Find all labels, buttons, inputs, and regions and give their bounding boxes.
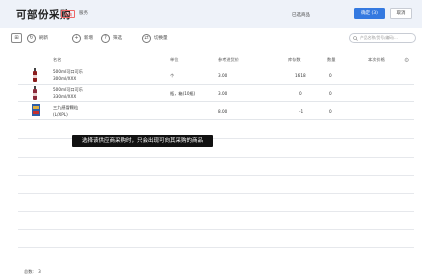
- selected-count-link[interactable]: 已选商品: [292, 12, 310, 18]
- search-icon: [353, 35, 358, 41]
- total-label: 总数:: [24, 269, 34, 274]
- table-row[interactable]: 500ml可口可乐 330ml/XXX 瓶，箱(10瓶) 3.00 0 0: [18, 85, 414, 102]
- sync-icon: ⇄: [142, 33, 151, 43]
- refresh-button[interactable]: ↻ 刷新: [27, 33, 48, 43]
- product-spec: 330ml/XXX: [53, 94, 77, 99]
- col-stock: 库存数: [288, 57, 301, 62]
- stock-value: 1618: [295, 73, 306, 78]
- filter-icon: ?: [101, 33, 110, 43]
- search-placeholder: 产品名称/货号/编码/...: [360, 35, 398, 40]
- col-unit: 单位: [170, 57, 179, 62]
- product-thumbnail: [32, 104, 40, 116]
- price-value: 8.00: [218, 109, 228, 114]
- filter-button[interactable]: ? 筛选: [101, 33, 122, 43]
- price-value: 3.00: [218, 91, 228, 96]
- price-value: 3.00: [218, 73, 228, 78]
- row-divider: [18, 229, 414, 230]
- product-spec: (L/XPL): [53, 112, 68, 117]
- col-price: 参考进货价: [218, 57, 239, 62]
- grid-icon: ⊞: [14, 35, 19, 41]
- store-label: 服务: [79, 11, 88, 16]
- row-divider: [18, 175, 414, 176]
- refresh-label: 刷新: [39, 36, 48, 41]
- expand-toggle-button[interactable]: ⊞: [11, 33, 22, 43]
- col-qty: 数量: [327, 57, 336, 62]
- add-label: 新增: [84, 36, 93, 41]
- product-name: 500ml可口可乐: [53, 69, 83, 74]
- row-divider: [18, 247, 414, 248]
- qty-value[interactable]: 0: [329, 91, 332, 96]
- table-header: 名名 单位 参考进货价 库存数 数量 本次价格 ⚙: [18, 53, 414, 66]
- page-header: 可部份采购 草稿 服务 已选商品 确定 (3) 取消: [0, 0, 422, 28]
- filter-label: 筛选: [113, 36, 122, 41]
- qty-value[interactable]: 0: [329, 73, 332, 78]
- product-thumbnail: [33, 86, 37, 100]
- row-divider: [18, 193, 414, 194]
- search-input[interactable]: 产品名称/货号/编码/...: [349, 33, 416, 43]
- plus-icon: +: [72, 33, 81, 43]
- confirm-button[interactable]: 确定 (3): [354, 8, 385, 19]
- row-divider: [18, 211, 414, 212]
- sync-button[interactable]: ⇄ 切换量: [142, 33, 168, 43]
- gear-icon[interactable]: ⚙: [404, 57, 409, 64]
- col-cost: 本次价格: [368, 57, 385, 62]
- total-value: 3: [38, 269, 41, 274]
- product-name: 三九感冒颗粒: [53, 105, 79, 110]
- sync-label: 切换量: [154, 36, 168, 41]
- row-divider: [18, 157, 414, 158]
- cancel-button[interactable]: 取消: [390, 8, 412, 19]
- product-thumbnail: [33, 68, 37, 82]
- draft-badge: 草稿: [61, 10, 75, 18]
- col-name: 名名: [53, 57, 62, 62]
- qty-value[interactable]: 0: [329, 109, 332, 114]
- product-spec: 300ml/XXX: [53, 76, 77, 81]
- tooltip: 选择该供应商采购时，只会出现可向其采购的商品: [72, 135, 213, 147]
- stock-value: -1: [299, 109, 304, 114]
- product-name: 500ml可口可乐: [53, 87, 83, 92]
- unit-value: 瓶，箱(10瓶): [170, 91, 196, 96]
- table-row[interactable]: 三九感冒颗粒 (L/XPL) 8.00 -1 0: [18, 102, 414, 120]
- refresh-icon: ↻: [27, 33, 36, 43]
- table-footer: 总数: 3: [24, 269, 41, 275]
- add-button[interactable]: + 新增: [72, 33, 93, 43]
- unit-value: 个: [170, 73, 175, 78]
- stock-value: 0: [299, 91, 302, 96]
- table-row[interactable]: 500ml可口可乐 300ml/XXX 个 3.00 1618 0: [18, 66, 414, 85]
